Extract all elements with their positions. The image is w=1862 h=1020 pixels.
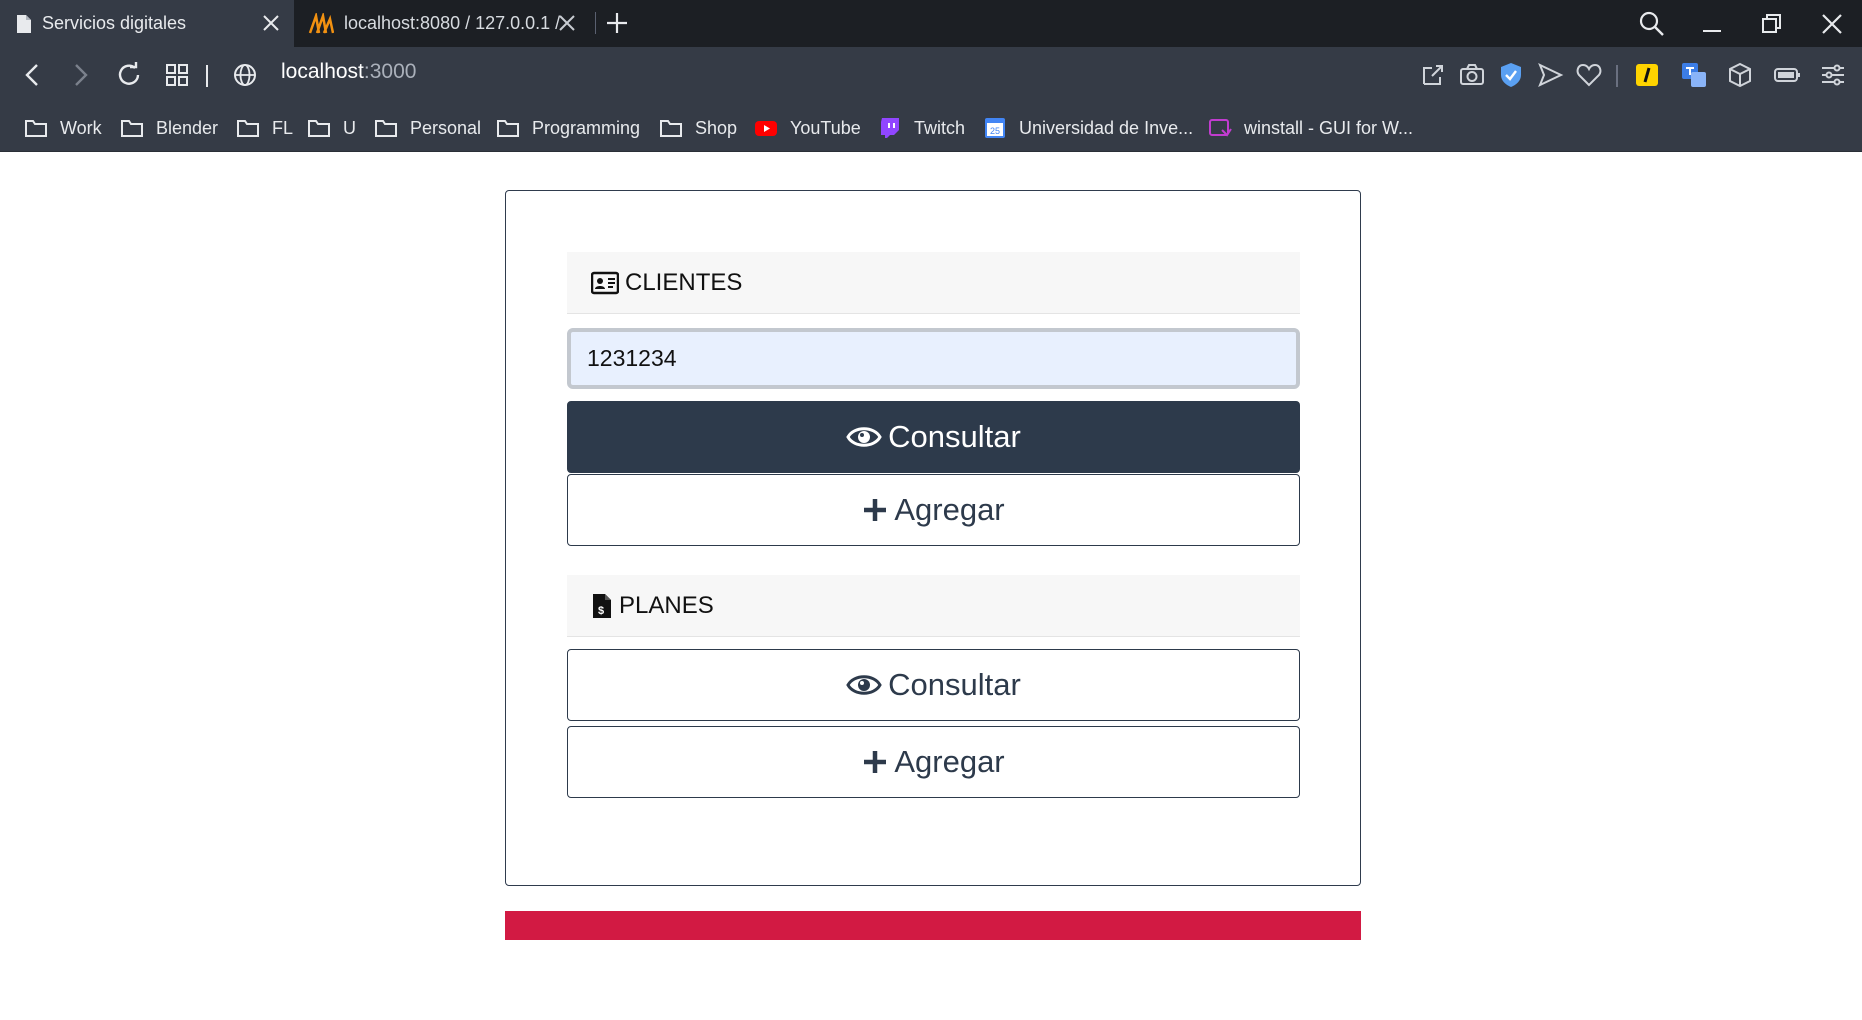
bookmark-label: Universidad de Inve... [1019,117,1194,138]
eye-icon [846,427,882,447]
planes-title: PLANES [619,591,714,619]
toolbar-divider [1616,65,1618,87]
bookmarks-bar: Work Blender FL U Personal Programming S… [0,103,1862,152]
button-label: Consultar [888,667,1021,702]
bookmark-universidad[interactable]: 25 Universidad de Inve... [983,115,1193,141]
extension-l-icon[interactable] [1632,60,1662,90]
clientes-agregar-button[interactable]: Agregar [567,474,1300,546]
url-host: localhost [281,60,364,83]
battery-icon[interactable] [1772,60,1802,90]
bookmark-personal[interactable]: Personal [374,115,481,141]
url-port: :3000 [363,60,417,83]
address-toolbar: localhost:3000 [0,47,1862,103]
bookmark-label: YouTube [790,117,861,138]
youtube-icon [755,121,777,136]
document-icon [17,14,31,33]
button-label: Consultar [888,419,1021,454]
search-tabs-icon[interactable] [1638,10,1666,38]
bookmark-label: Shop [695,117,738,138]
twitch-icon [881,118,899,138]
footer-bar [505,911,1361,940]
send-icon[interactable] [1535,60,1565,90]
invoice-icon: $ [593,593,611,618]
bookmark-label: winstall - GUI for W... [1244,117,1414,138]
plus-icon [864,499,887,521]
reload-icon[interactable] [114,60,144,90]
planes-header: $ PLANES [567,575,1300,637]
bookmark-label: Personal [410,117,482,138]
svg-text:25: 25 [990,126,1000,136]
button-label: Agregar [894,492,1005,527]
tiles-icon[interactable] [162,60,192,90]
bookmark-label: FL [272,117,294,138]
folder-icon [497,120,519,137]
planes-consultar-button[interactable]: Consultar [567,649,1300,721]
plus-icon [864,751,887,773]
tab-label: Servicios digitales [42,13,187,33]
folder-icon [375,120,397,137]
close-tab-icon[interactable] [260,12,282,34]
bookmark-label: Programming [532,117,641,138]
bookmark-programming[interactable]: Programming [496,115,640,141]
bookmark-label: U [343,117,356,138]
bookmark-label: Blender [156,117,219,138]
address-bar[interactable]: localhost:3000 [281,60,416,84]
folder-icon [25,120,47,137]
svg-text:$: $ [598,605,604,617]
bookmark-twitch[interactable]: Twitch [878,115,965,141]
edit-share-icon[interactable] [1418,60,1448,90]
folder-icon [121,120,143,137]
button-label: Agregar [894,744,1005,779]
bookmark-u[interactable]: U [307,115,356,141]
bookmark-label: Work [60,117,102,138]
services-card: CLIENTES Consultar Agregar $ PLANES Cons… [505,190,1361,886]
heart-icon[interactable] [1574,60,1604,90]
folder-icon [237,120,259,137]
close-window-icon[interactable] [1818,10,1846,38]
cube-icon[interactable] [1725,60,1755,90]
settings-sliders-icon[interactable] [1818,60,1848,90]
bookmark-work[interactable]: Work [24,115,102,141]
back-icon[interactable] [18,60,48,90]
cliente-id-input[interactable] [567,328,1300,389]
clientes-title: CLIENTES [625,268,743,296]
tab-servicios-digitales[interactable]: Servicios digitales [0,0,294,47]
shield-icon[interactable] [1496,60,1526,90]
id-card-icon [591,271,619,294]
phpmyadmin-icon [308,12,334,33]
new-tab-icon[interactable] [604,10,630,36]
bookmark-youtube[interactable]: YouTube [754,115,861,141]
folder-icon [660,120,682,137]
close-tab-icon[interactable] [556,12,578,34]
globe-icon[interactable] [230,60,260,90]
folder-icon [308,120,330,137]
bookmark-blender[interactable]: Blender [120,115,218,141]
planes-agregar-button[interactable]: Agregar [567,726,1300,798]
camera-icon[interactable] [1457,60,1487,90]
forward-icon[interactable] [65,60,95,90]
eye-icon [846,675,882,695]
tab-bar: Servicios digitales localhost:8080 / 127… [0,0,1862,47]
restore-icon[interactable] [1758,10,1786,38]
tab-separator [595,12,596,34]
bookmark-label: Twitch [914,117,966,138]
tab-label: localhost:8080 / 127.0.0.1 / [344,13,561,33]
calendar-icon: 25 [985,118,1005,138]
minimize-icon[interactable] [1698,10,1726,38]
winstall-icon [1209,119,1232,137]
translate-icon[interactable] [1679,60,1709,90]
clientes-consultar-button[interactable]: Consultar [567,401,1300,473]
bookmark-winstall[interactable]: winstall - GUI for W... [1208,115,1413,141]
bookmark-fl[interactable]: FL [236,115,293,141]
tab-localhost-8080[interactable]: localhost:8080 / 127.0.0.1 / [306,0,590,47]
clientes-header: CLIENTES [567,252,1300,314]
bookmark-shop[interactable]: Shop [659,115,737,141]
toolbar-divider [206,65,208,87]
